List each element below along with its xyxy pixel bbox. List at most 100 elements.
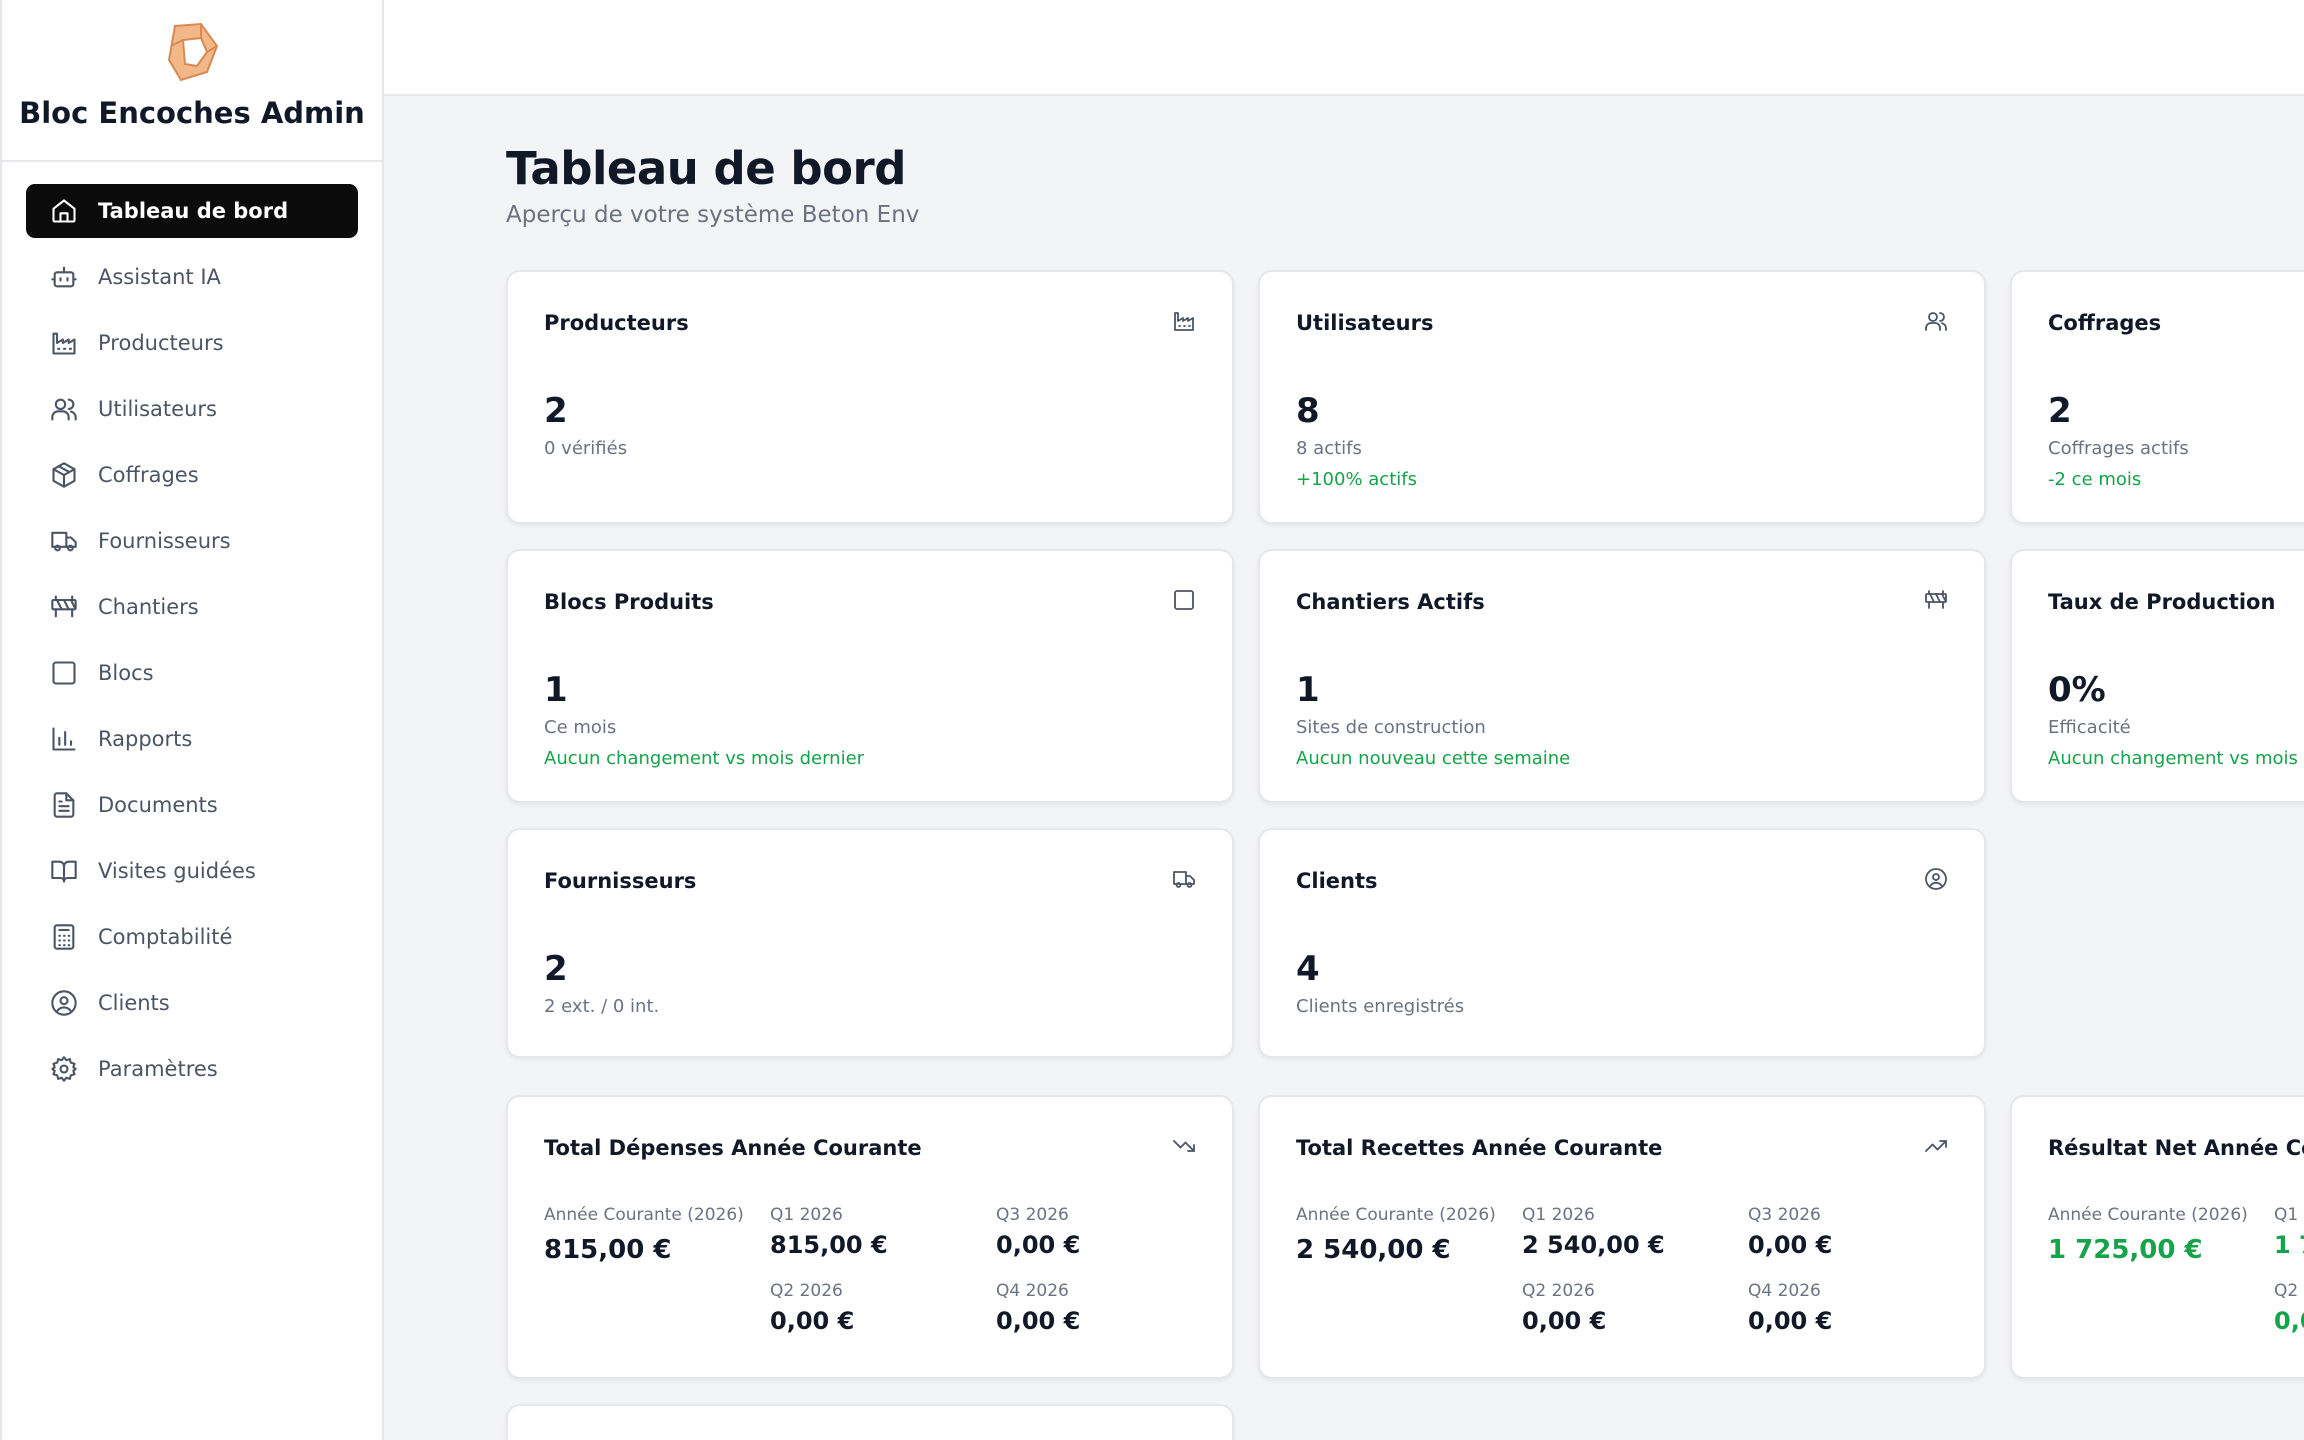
sidebar-item-label: Producteurs bbox=[98, 331, 224, 355]
card-title: Producteurs bbox=[544, 311, 689, 335]
finance-card-recettes[interactable]: Total Recettes Année Courante Année Cour… bbox=[1258, 1095, 1986, 1379]
year-value: 2 540,00 € bbox=[1296, 1235, 1451, 1265]
trending-down-icon bbox=[1173, 1140, 1195, 1152]
finance-grid: Année Courante (2026) 1 725,00 € Q1 2 1 … bbox=[2048, 1205, 2304, 1335]
home-icon bbox=[52, 199, 76, 223]
stat-card-coffrages[interactable]: Coffrages 2 Coffrages actifs -2 ce mois bbox=[2010, 270, 2304, 524]
user-circle-icon bbox=[51, 990, 77, 1016]
q4-value: 0,00 € bbox=[996, 1307, 1081, 1335]
finance-card-resultat-net[interactable]: Résultat Net Année Coura Année Courante … bbox=[2010, 1095, 2304, 1379]
q2-value: 0,00 € bbox=[770, 1307, 855, 1335]
gear-icon bbox=[51, 1056, 77, 1082]
calculator-icon bbox=[53, 924, 75, 950]
card-title: Coffrages bbox=[2048, 311, 2162, 335]
brand-logo-icon[interactable] bbox=[161, 20, 223, 84]
year-value: 815,00 € bbox=[544, 1235, 672, 1265]
sidebar-item-label: Assistant IA bbox=[98, 265, 221, 289]
users-icon bbox=[51, 398, 77, 421]
sidebar-nav: Tableau de bord Assistant IA Producteurs… bbox=[2, 162, 382, 1130]
year-label: Année Courante (2026) bbox=[1296, 1205, 1496, 1225]
square-icon bbox=[52, 661, 76, 685]
sidebar-item-parametres[interactable]: Paramètres bbox=[26, 1042, 358, 1096]
card-value: 0% bbox=[2048, 670, 2106, 710]
card-trend: Aucun changement vs mois de bbox=[2048, 748, 2304, 769]
sidebar-item-tableau-de-bord[interactable]: Tableau de bord bbox=[26, 184, 358, 238]
sidebar-item-chantiers[interactable]: Chantiers bbox=[26, 580, 358, 634]
sidebar-item-clients[interactable]: Clients bbox=[26, 976, 358, 1030]
sidebar-item-blocs[interactable]: Blocs bbox=[26, 646, 358, 700]
card-value: 2 bbox=[544, 949, 568, 989]
sidebar-item-comptabilite[interactable]: Comptabilité bbox=[26, 910, 358, 964]
stat-card-fournisseurs[interactable]: Fournisseurs 2 2 ext. / 0 int. bbox=[506, 828, 1234, 1058]
sidebar-item-label: Utilisateurs bbox=[98, 397, 217, 421]
q3-value: 0,00 € bbox=[1748, 1231, 1833, 1259]
q2-label: Q2 2026 bbox=[1522, 1281, 1595, 1301]
q4-value: 0,00 € bbox=[1748, 1307, 1833, 1335]
q2-label: Q2 2 bbox=[2274, 1281, 2304, 1301]
q1-value: 815,00 € bbox=[770, 1231, 888, 1259]
package-icon bbox=[52, 462, 76, 488]
stat-card-taux-production[interactable]: Taux de Production 0% Efficacité Aucun c… bbox=[2010, 549, 2304, 803]
card-title: Clients bbox=[1296, 869, 1378, 893]
sidebar-item-label: Chantiers bbox=[98, 595, 199, 619]
sidebar-item-assistant-ia[interactable]: Assistant IA bbox=[26, 250, 358, 304]
card-value: 2 bbox=[2048, 391, 2072, 431]
finance-grid: Année Courante (2026) 815,00 € Q1 2026 8… bbox=[544, 1205, 1196, 1335]
q2-label: Q2 2026 bbox=[770, 1281, 843, 1301]
card-title: Taux de Production bbox=[2048, 590, 2276, 614]
sidebar-item-label: Coffrages bbox=[98, 463, 199, 487]
sidebar-item-label: Rapports bbox=[98, 727, 193, 751]
card-trend: +100% actifs bbox=[1296, 469, 1417, 490]
q3-label: Q3 2026 bbox=[996, 1205, 1069, 1225]
sidebar-item-label: Clients bbox=[98, 991, 170, 1015]
sidebar-item-utilisateurs[interactable]: Utilisateurs bbox=[26, 382, 358, 436]
sidebar-item-label: Fournisseurs bbox=[98, 529, 231, 553]
top-bar bbox=[384, 0, 2304, 96]
stat-card-utilisateurs[interactable]: Utilisateurs 8 8 actifs +100% actifs bbox=[1258, 270, 1986, 524]
sidebar-item-label: Documents bbox=[98, 793, 218, 817]
q1-label: Q1 2026 bbox=[770, 1205, 843, 1225]
sidebar-item-visites-guidees[interactable]: Visites guidées bbox=[26, 844, 358, 898]
card-subtext: 8 actifs bbox=[1296, 438, 1362, 459]
stat-card-producteurs[interactable]: Producteurs 2 0 vérifiés bbox=[506, 270, 1234, 524]
construction-icon bbox=[51, 595, 77, 618]
truck-icon bbox=[1173, 871, 1195, 888]
stat-card-blocs-produits[interactable]: Blocs Produits 1 Ce mois Aucun changemen… bbox=[506, 549, 1234, 803]
q2-value: 0,0 bbox=[2274, 1307, 2304, 1335]
sidebar-item-label: Blocs bbox=[98, 661, 154, 685]
sidebar-item-fournisseurs[interactable]: Fournisseurs bbox=[26, 514, 358, 568]
finance-card-depenses[interactable]: Total Dépenses Année Courante Année Cour… bbox=[506, 1095, 1234, 1379]
q1-label: Q1 2026 bbox=[1522, 1205, 1595, 1225]
construction-icon bbox=[1925, 590, 1947, 609]
sidebar-item-label: Paramètres bbox=[98, 1057, 218, 1081]
card-value: 2 bbox=[544, 391, 568, 431]
year-label: Année Courante (2026) bbox=[544, 1205, 744, 1225]
file-text-icon bbox=[53, 792, 75, 818]
next-card[interactable] bbox=[506, 1404, 1234, 1440]
card-subtext: Efficacité bbox=[2048, 717, 2131, 738]
sidebar-item-coffrages[interactable]: Coffrages bbox=[26, 448, 358, 502]
book-open-icon bbox=[51, 860, 77, 883]
stat-card-clients[interactable]: Clients 4 Clients enregistrés bbox=[1258, 828, 1986, 1058]
card-value: 4 bbox=[1296, 949, 1320, 989]
user-circle-icon bbox=[1925, 868, 1947, 890]
card-subtext: 2 ext. / 0 int. bbox=[544, 996, 660, 1017]
card-title: Blocs Produits bbox=[544, 590, 714, 614]
brand-header: Bloc Encoches Admin bbox=[2, 0, 382, 162]
sidebar-item-rapports[interactable]: Rapports bbox=[26, 712, 358, 766]
truck-icon bbox=[51, 531, 77, 552]
card-value: 1 bbox=[544, 670, 568, 710]
q2-value: 0,00 € bbox=[1522, 1307, 1607, 1335]
card-subtext: Clients enregistrés bbox=[1296, 996, 1465, 1017]
card-title: Chantiers Actifs bbox=[1296, 590, 1485, 614]
stat-card-chantiers-actifs[interactable]: Chantiers Actifs 1 Sites de construction… bbox=[1258, 549, 1986, 803]
bot-icon bbox=[51, 266, 77, 288]
card-trend: Aucun changement vs mois dernier bbox=[544, 748, 865, 769]
year-value: 1 725,00 € bbox=[2048, 1235, 2203, 1265]
sidebar-item-documents[interactable]: Documents bbox=[26, 778, 358, 832]
finance-grid: Année Courante (2026) 2 540,00 € Q1 2026… bbox=[1296, 1205, 1948, 1335]
sidebar-item-producteurs[interactable]: Producteurs bbox=[26, 316, 358, 370]
page-subtitle: Aperçu de votre système Beton Env bbox=[506, 202, 920, 228]
card-subtext: Sites de construction bbox=[1296, 717, 1486, 738]
bar-chart-icon bbox=[52, 727, 76, 751]
